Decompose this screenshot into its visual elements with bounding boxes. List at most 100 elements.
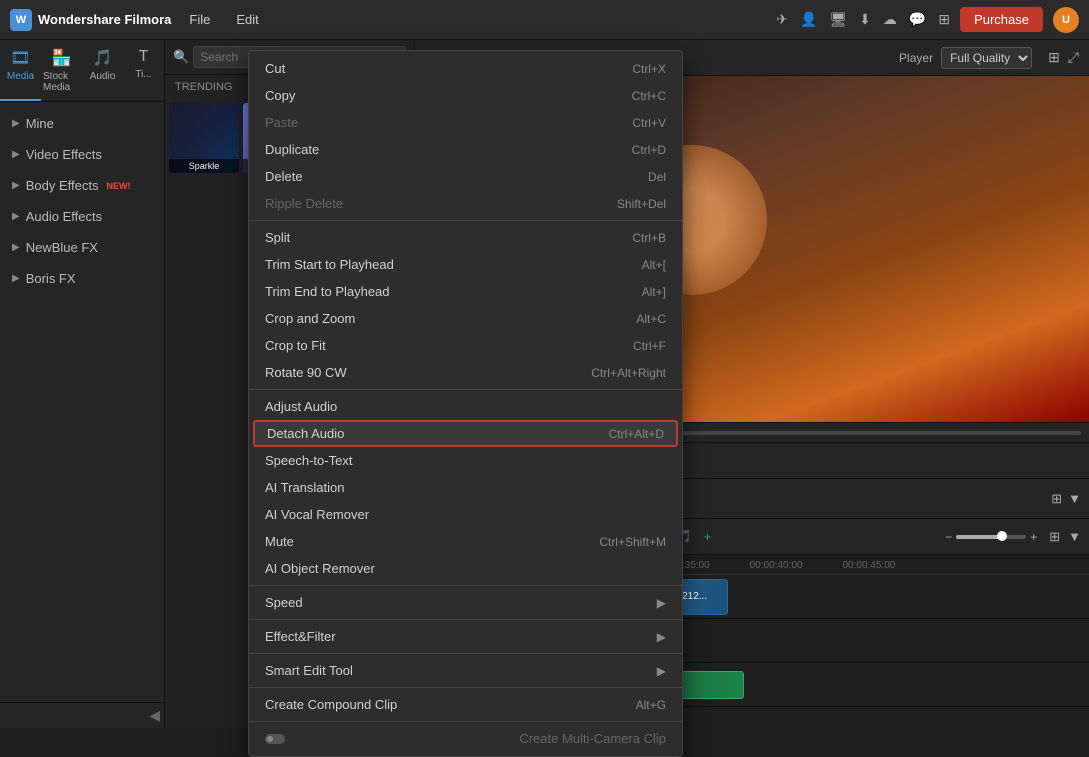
left-panel-collapse[interactable]: ◀: [149, 707, 160, 724]
grid-view-icon[interactable]: ⊞: [1048, 49, 1060, 66]
media-tab-icon: 🎞: [10, 48, 30, 68]
menu-paste-shortcut: Ctrl+V: [632, 116, 666, 130]
menu-speed-label: Speed: [265, 595, 303, 610]
zoom-thumb[interactable]: [997, 531, 1007, 541]
tl-view-icon[interactable]: ⊞: [1049, 529, 1060, 545]
left-tabs: 🎞 Media 🏪 Stock Media 🎵 Audio T Ti...: [0, 40, 164, 102]
media-item-sparkle[interactable]: Sparkle: [169, 103, 239, 173]
main-layout: 🎞 Media 🏪 Stock Media 🎵 Audio T Ti... ▶ …: [0, 40, 1089, 728]
menu-file[interactable]: File: [181, 10, 218, 29]
menu-ai-vocal-remover[interactable]: AI Vocal Remover: [249, 501, 682, 528]
cloud-icon[interactable]: ☁: [883, 11, 897, 28]
chat-icon[interactable]: 💬: [909, 11, 926, 28]
ruler-mark-3: 00:00:40:00: [750, 560, 803, 571]
menu-adjust-audio-label: Adjust Audio: [265, 399, 337, 414]
sidebar-item-video-effects[interactable]: ▶ Video Effects: [0, 139, 164, 170]
menu-divider-1: [249, 220, 682, 221]
menu-delete[interactable]: Delete Del: [249, 163, 682, 190]
menu-crop-fit-label: Crop to Fit: [265, 338, 326, 353]
menu-mute[interactable]: Mute Ctrl+Shift+M: [249, 528, 682, 555]
menu-trim-start[interactable]: Trim Start to Playhead Alt+[: [249, 251, 682, 278]
download-icon[interactable]: ⬇: [859, 11, 871, 28]
avatar[interactable]: U: [1053, 7, 1079, 33]
menu-detach-audio-shortcut: Ctrl+Alt+D: [609, 427, 664, 441]
menu-mute-label: Mute: [265, 534, 294, 549]
audio-effects-arrow: ▶: [12, 211, 20, 222]
menu-ai-object-remover-label: AI Object Remover: [265, 561, 375, 576]
ruler-mark-4: 00:00:45:00: [842, 560, 895, 571]
menu-duplicate-shortcut: Ctrl+D: [632, 143, 666, 157]
menu-adjust-audio[interactable]: Adjust Audio: [249, 393, 682, 420]
zoom-slider[interactable]: [956, 535, 1026, 539]
sidebar-items: ▶ Mine ▶ Video Effects ▶ Body Effects NE…: [0, 102, 164, 702]
tab-audio-label: Audio: [90, 71, 116, 82]
sidebar-item-newblue[interactable]: ▶ NewBlue FX: [0, 232, 164, 263]
mine-arrow: ▶: [12, 118, 20, 129]
grid-layout-btn[interactable]: ⊞: [1051, 491, 1062, 507]
app-logo: W Wondershare Filmora: [10, 9, 171, 31]
tab-titles[interactable]: T Ti...: [123, 40, 164, 101]
menu-create-compound[interactable]: Create Compound Clip Alt+G: [249, 691, 682, 718]
expand-icon[interactable]: ⤢: [1068, 49, 1079, 66]
left-panel: 🎞 Media 🏪 Stock Media 🎵 Audio T Ti... ▶ …: [0, 40, 165, 728]
chevron-down-btn[interactable]: ▼: [1068, 491, 1081, 506]
menu-crop-zoom-label: Crop and Zoom: [265, 311, 355, 326]
quality-select[interactable]: Full Quality: [941, 47, 1032, 69]
menu-trim-end[interactable]: Trim End to Playhead Alt+]: [249, 278, 682, 305]
menu-speech-to-text[interactable]: Speech-to-Text: [249, 447, 682, 474]
topbar-icons: ✈ 👤 🖥 ⬇ ☁ 💬 ⊞: [776, 11, 950, 28]
menu-trim-start-label: Trim Start to Playhead: [265, 257, 394, 272]
menu-effect-filter[interactable]: Effect&Filter ▶: [249, 623, 682, 650]
tl-expand-icon[interactable]: ▼: [1068, 529, 1081, 544]
menu-cut[interactable]: Cut Ctrl+X: [249, 55, 682, 82]
zoom-out-icon[interactable]: −: [945, 530, 952, 544]
sidebar-item-body-effects[interactable]: ▶ Body Effects NEW!: [0, 170, 164, 201]
menu-split-label: Split: [265, 230, 290, 245]
menu-smart-edit-arrow: ▶: [657, 664, 666, 678]
toggle-knob: [267, 736, 273, 742]
menu-divider-4: [249, 619, 682, 620]
sidebar-item-video-effects-label: Video Effects: [26, 147, 102, 162]
menu-duplicate[interactable]: Duplicate Ctrl+D: [249, 136, 682, 163]
audio-tab-icon: 🎵: [93, 48, 113, 68]
tab-titles-label: Ti...: [135, 69, 151, 80]
user-icon[interactable]: 👤: [800, 11, 817, 28]
zoom-in-icon[interactable]: +: [1030, 530, 1037, 544]
toggle-switch-off: [265, 734, 285, 744]
tab-audio[interactable]: 🎵 Audio: [82, 40, 123, 101]
menu-paste-label: Paste: [265, 115, 298, 130]
tab-media[interactable]: 🎞 Media: [0, 40, 41, 101]
menu-mute-shortcut: Ctrl+Shift+M: [599, 535, 666, 549]
menu-create-multicam-label: Create Multi-Camera Clip: [519, 731, 666, 746]
menu-crop-fit-shortcut: Ctrl+F: [633, 339, 666, 353]
titles-tab-icon: T: [139, 48, 149, 66]
zoom-control: − +: [945, 530, 1037, 544]
menu-crop-zoom[interactable]: Crop and Zoom Alt+C: [249, 305, 682, 332]
menu-detach-audio[interactable]: Detach Audio Ctrl+Alt+D: [253, 420, 678, 447]
tab-stock-media[interactable]: 🏪 Stock Media: [41, 40, 82, 101]
menu-cut-shortcut: Ctrl+X: [632, 62, 666, 76]
grid-icon[interactable]: ⊞: [938, 11, 950, 28]
media-item-sparkle-label: Sparkle: [169, 159, 239, 173]
menu-ai-object-remover[interactable]: AI Object Remover: [249, 555, 682, 582]
menu-ripple-delete: Ripple Delete Shift+Del: [249, 190, 682, 217]
menu-split[interactable]: Split Ctrl+B: [249, 224, 682, 251]
menu-edit[interactable]: Edit: [228, 10, 266, 29]
sidebar-item-boris[interactable]: ▶ Boris FX: [0, 263, 164, 294]
menu-smart-edit[interactable]: Smart Edit Tool ▶: [249, 657, 682, 684]
menu-copy[interactable]: Copy Ctrl+C: [249, 82, 682, 109]
sidebar-item-mine[interactable]: ▶ Mine: [0, 108, 164, 139]
menu-divider-5: [249, 653, 682, 654]
sidebar-item-audio-effects[interactable]: ▶ Audio Effects: [0, 201, 164, 232]
menu-crop-fit[interactable]: Crop to Fit Ctrl+F: [249, 332, 682, 359]
menu-ai-translation[interactable]: AI Translation: [249, 474, 682, 501]
menu-speed[interactable]: Speed ▶: [249, 589, 682, 616]
menu-rotate[interactable]: Rotate 90 CW Ctrl+Alt+Right: [249, 359, 682, 386]
sidebar-item-boris-label: Boris FX: [26, 271, 76, 286]
tl-add-text-btn[interactable]: +: [700, 527, 716, 546]
send-icon[interactable]: ✈: [776, 11, 788, 28]
menu-cut-label: Cut: [265, 61, 285, 76]
monitor-icon[interactable]: 🖥: [829, 11, 847, 28]
purchase-button[interactable]: Purchase: [960, 7, 1043, 32]
menu-divider-6: [249, 687, 682, 688]
